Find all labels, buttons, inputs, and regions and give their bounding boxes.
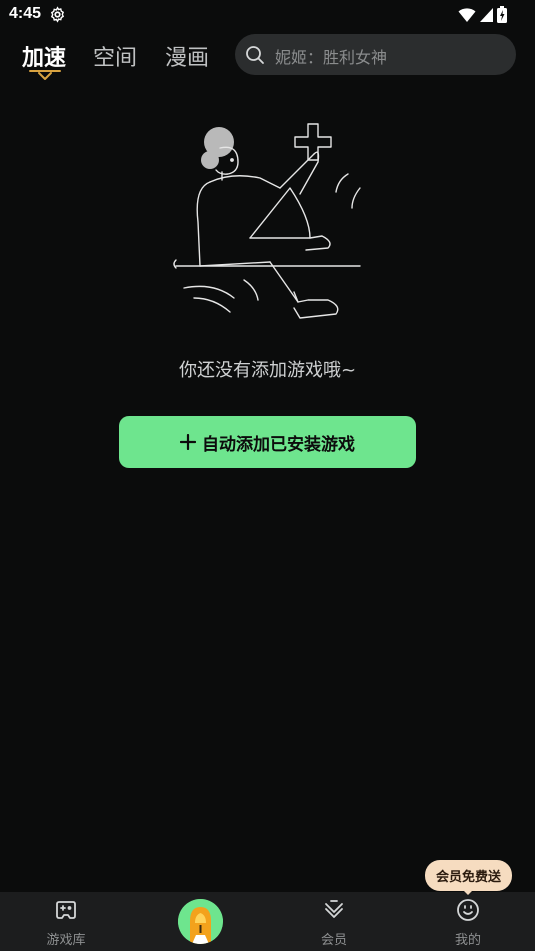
status-time: 4:45 — [9, 5, 42, 22]
tab-boost[interactable]: 加速 — [22, 40, 66, 72]
nav-label-game-library: 游戏库 — [46, 933, 86, 948]
nav-label-me: 我的 — [454, 933, 481, 948]
cellular-signal-icon — [480, 7, 493, 22]
plus-icon — [180, 434, 196, 450]
smile-face-icon — [457, 899, 479, 921]
battery-icon — [497, 6, 507, 23]
tab-active-indicator — [29, 70, 61, 80]
search-placeholder: 妮姬：胜利女神 — [275, 48, 388, 67]
search-input[interactable]: 妮姬：胜利女神 — [235, 34, 516, 75]
boost-center-button[interactable] — [178, 899, 223, 944]
bottom-nav: 游戏库 会员 我的 — [0, 892, 535, 951]
tab-comics[interactable]: 漫画 — [165, 40, 209, 72]
nav-item-vip[interactable]: 会员 — [294, 892, 374, 951]
tab-space[interactable]: 空间 — [93, 40, 137, 72]
settings-gear-icon — [50, 6, 65, 23]
wifi-icon — [458, 7, 476, 22]
status-icons — [458, 6, 507, 23]
gamepad-icon — [56, 901, 76, 919]
nav-label-vip: 会员 — [320, 933, 347, 948]
auto-add-games-label: 自动添加已安装游戏 — [202, 434, 355, 455]
vip-diamond-icon — [325, 900, 343, 918]
vip-free-badge[interactable]: 会员免费送 — [425, 860, 512, 891]
auto-add-games-button[interactable]: 自动添加已安装游戏 — [119, 416, 416, 468]
nav-item-game-library[interactable]: 游戏库 — [26, 892, 106, 951]
vip-badge-tail — [462, 889, 474, 895]
empty-state-message: 你还没有添加游戏哦~ — [178, 360, 357, 381]
header: 加速 空间 漫画 妮姬：胜利女神 — [0, 32, 535, 82]
status-bar: 4:45 — [0, 0, 535, 30]
person-holding-plus-illustration — [173, 123, 361, 319]
nav-item-me[interactable]: 我的 — [428, 892, 508, 951]
search-icon — [246, 46, 264, 64]
boost-center-icon — [178, 899, 223, 944]
